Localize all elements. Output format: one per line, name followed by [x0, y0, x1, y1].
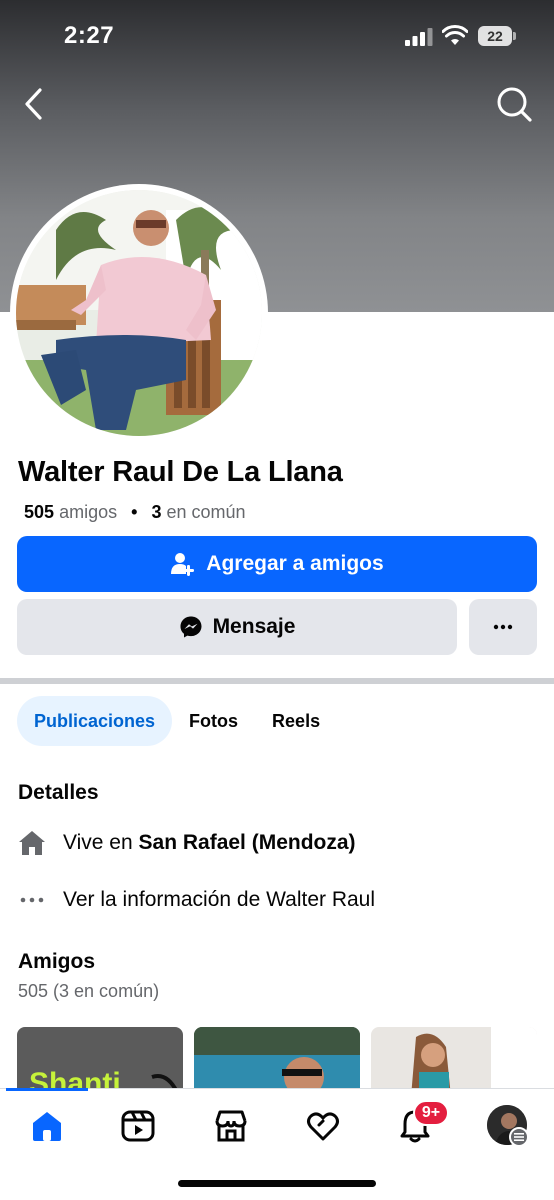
mutual-count: 3 — [151, 502, 162, 522]
back-button[interactable] — [18, 84, 54, 124]
nav-video[interactable] — [116, 1104, 160, 1148]
section-divider — [0, 678, 554, 684]
dating-icon — [307, 1112, 339, 1141]
friend-photo: Shanti — [17, 1027, 183, 1097]
see-info-label: Ver la información de Walter Raul — [63, 888, 376, 911]
friends-label: amigos — [59, 502, 118, 522]
friend-photo — [371, 1027, 537, 1097]
detail-see-info[interactable]: Ver la información de Walter Raul — [18, 883, 375, 917]
nav-home[interactable] — [25, 1104, 69, 1148]
chevron-left-icon — [25, 88, 42, 120]
friends-summary[interactable]: 505 amigos • 3 en común — [24, 502, 246, 523]
video-icon — [121, 1110, 155, 1142]
messenger-icon — [180, 616, 202, 638]
more-horizontal-icon — [493, 624, 513, 630]
more-options-button[interactable] — [469, 599, 537, 655]
friend-card[interactable] — [371, 1027, 537, 1097]
search-button[interactable] — [494, 84, 534, 124]
friends-count: 505 — [24, 502, 55, 522]
mutual-label: en común — [166, 502, 246, 522]
friends-summary-count: 505 (3 en común) — [18, 981, 160, 1001]
friend-card[interactable] — [194, 1027, 360, 1097]
home-icon — [18, 829, 46, 857]
tab-publicaciones[interactable]: Publicaciones — [17, 696, 173, 746]
nav-dating[interactable] — [301, 1104, 345, 1148]
message-label: Mensaje — [212, 615, 296, 638]
separator-dot: • — [131, 502, 138, 522]
cellular-signal-icon — [405, 28, 433, 46]
home-icon — [33, 1112, 61, 1141]
battery-indicator: 22 — [478, 26, 516, 46]
message-button[interactable]: Mensaje — [17, 599, 457, 655]
more-horizontal-icon — [18, 886, 46, 914]
notification-badge: 9+ — [413, 1100, 449, 1126]
profile-photo — [16, 190, 262, 436]
friends-title: Amigos — [18, 950, 96, 973]
tab-fotos[interactable]: Fotos — [172, 696, 255, 746]
home-indicator — [178, 1180, 376, 1187]
details-title: Detalles — [18, 781, 99, 804]
add-friend-label: Agregar a amigos — [206, 552, 384, 575]
nav-marketplace[interactable] — [209, 1104, 253, 1148]
profile-tabs: Publicaciones Fotos Reels — [17, 696, 337, 746]
status-bar: 2:27 22 — [0, 0, 554, 70]
status-time: 2:27 — [64, 22, 115, 49]
active-tab-indicator — [6, 1088, 88, 1091]
marketplace-icon — [215, 1110, 247, 1142]
lives-place: San Rafael (Mendoza) — [138, 831, 356, 854]
menu-icon[interactable] — [509, 1127, 529, 1147]
wifi-icon — [442, 25, 468, 45]
friend-photo — [194, 1027, 360, 1097]
lives-prefix: Vive en — [63, 831, 133, 854]
search-icon — [497, 87, 532, 122]
profile-avatar[interactable] — [10, 184, 268, 442]
add-friend-button[interactable]: Agregar a amigos — [17, 536, 537, 592]
detail-lives-in[interactable]: Vive en San Rafael (Mendoza) — [18, 826, 356, 860]
friend-card[interactable]: Shanti — [17, 1027, 183, 1097]
add-friend-icon — [171, 553, 195, 576]
tab-reels[interactable]: Reels — [255, 696, 337, 746]
profile-name: Walter Raul De La Llana — [18, 456, 343, 488]
